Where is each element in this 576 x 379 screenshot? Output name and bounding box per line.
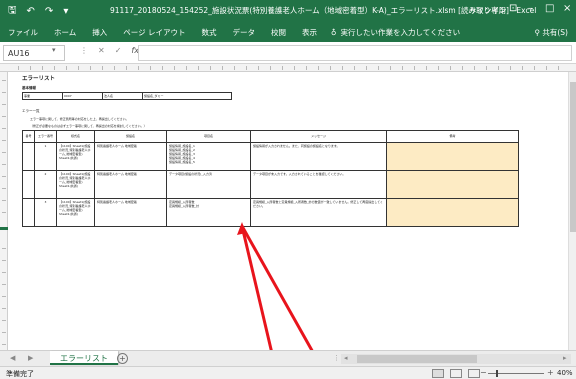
signin-link[interactable]: サインイン — [469, 5, 507, 16]
tab-file[interactable]: ファイル — [0, 27, 46, 38]
table-header-row: 番号 エラー番号 様式名 施設名 項目名 メッセージ 備考 — [22, 130, 519, 143]
tab-view[interactable]: 表示 — [294, 27, 325, 38]
table-cell[interactable] — [386, 198, 519, 227]
selected-row-marker — [0, 227, 8, 230]
formula-input[interactable] — [138, 45, 572, 61]
table-cell[interactable]: 特別養護老人ホーム 地域密着 — [94, 170, 167, 199]
table-cell[interactable]: 定員規模_入所者数と定員規模_入所者数_計の数値が一致していません。修正して再度… — [250, 198, 387, 227]
scroll-tabs-right-icon[interactable]: ▶ — [28, 354, 33, 362]
instruction-note: エラー事項に関して、修正箇所等の対応をした上、再提出してください。 — [30, 117, 129, 121]
table-cell[interactable]: データ項目(施設の状況)_入力済 — [166, 170, 251, 199]
zoom-in-icon[interactable]: + — [547, 368, 554, 377]
scroll-right-icon[interactable]: ▸ — [563, 354, 567, 362]
tab-home[interactable]: ホーム — [46, 27, 84, 38]
status-text: 準備完了 — [6, 370, 34, 378]
quick-access-dropdown-icon[interactable]: ▾ — [63, 6, 68, 17]
tab-formulas[interactable]: 数式 — [194, 27, 225, 38]
tab-review[interactable]: 校閲 — [263, 27, 294, 38]
sheet-tab-bar: ◀ ▶ エラーリスト + ⋮ ◂ ▸ — [0, 350, 576, 366]
add-sheet-button[interactable]: + — [117, 353, 128, 364]
table-cell[interactable] — [386, 170, 519, 199]
zoom-slider-thumb[interactable] — [496, 370, 499, 377]
info-cell[interactable]: 施設名_ダミー — [143, 93, 231, 99]
column-header[interactable]: 様式名 — [56, 130, 95, 143]
sheet-tab-error-list[interactable]: エラーリスト — [50, 351, 118, 365]
info-cell[interactable]: 0007 — [63, 93, 103, 99]
horizontal-scroll-thumb[interactable] — [357, 355, 477, 363]
title-bar: 🖫 ↶ ↷ ▾ 91117_20180524_154252_施設状況票(特別養護… — [0, 0, 576, 22]
tell-me-text: 実行したい作業を入力してください — [340, 27, 461, 37]
column-header[interactable]: 施設名 — [94, 130, 167, 143]
name-box-dropdown-icon[interactable]: ▾ — [52, 46, 56, 54]
table-cell[interactable]: 施設情報が入力されません。また、同施設の施設名となります。 — [250, 142, 387, 171]
table-cell[interactable]: 【1100】Sheet1(施設の状況_特別養護老人ホーム_地域密着型) Shee… — [56, 142, 95, 171]
table-row: 2 【1100】Sheet1(施設の状況_特別養護老人ホーム_地域密着型) Sh… — [22, 170, 519, 199]
ribbon-tabs: ファイル ホーム 挿入 ページ レイアウト 数式 データ 校閲 表示 ♁ 実行し… — [0, 22, 576, 42]
column-header[interactable]: エラー番号 — [34, 130, 57, 143]
save-icon[interactable]: 🖫 — [8, 3, 17, 20]
scroll-tabs-left-icon[interactable]: ◀ — [10, 354, 15, 362]
table-cell[interactable] — [22, 142, 35, 171]
scroll-left-icon[interactable]: ◂ — [344, 354, 348, 362]
table-cell[interactable] — [22, 198, 35, 227]
table-cell[interactable]: 施設情報_施設名_1 施設情報_施設名_2 施設情報_施設名_3 施設情報_施設… — [166, 142, 251, 171]
ribbon-display-options-icon[interactable]: ⊡ — [509, 3, 517, 14]
table-row: 1 【1100】Sheet1(施設の状況_特別養護老人ホーム_地域密着型) Sh… — [22, 142, 519, 171]
table-row: 3 【1100】Sheet1(施設の状況_特別養護老人ホーム_地域密着型) Sh… — [22, 198, 519, 227]
table-cell[interactable]: 3 — [34, 198, 57, 227]
instruction-note: （修正が必要なものは必ずエラー事項に関して、再提出の対応を検討してください。） — [30, 124, 147, 128]
table-cell[interactable]: 定員規模_入所者数 定員規模_入所者数_計 — [166, 198, 251, 227]
horizontal-scrollbar[interactable]: ◂ ▸ — [341, 354, 571, 364]
page-layout-view-icon[interactable] — [450, 369, 462, 378]
table-cell[interactable]: 特別養護老人ホーム 地域密着 — [94, 142, 167, 171]
zoom-out-icon[interactable]: − — [480, 368, 487, 377]
tab-splitter-icon[interactable]: ⋮ — [333, 354, 340, 362]
info-cell[interactable]: 事業 — [23, 93, 63, 99]
vertical-scroll-thumb[interactable] — [570, 82, 576, 232]
tell-me-box[interactable]: ♁ 実行したい作業を入力してください — [325, 27, 460, 38]
row-headers[interactable] — [0, 72, 8, 350]
tab-page-layout[interactable]: ページ レイアウト — [115, 27, 193, 38]
person-icon: ⚲ — [534, 28, 540, 37]
close-icon[interactable]: × — [563, 3, 571, 14]
vertical-scrollbar[interactable] — [568, 72, 576, 350]
column-header[interactable]: 項目名 — [166, 130, 251, 143]
minimize-icon[interactable]: – — [528, 3, 533, 14]
undo-icon[interactable]: ↶ — [27, 6, 35, 17]
maximize-icon[interactable]: □ — [545, 3, 554, 14]
tab-insert[interactable]: 挿入 — [84, 27, 115, 38]
lightbulb-icon: ♁ — [331, 27, 337, 37]
worksheet-grid[interactable]: エラーリスト 基本情報 事業 0007 法人名 施設名_ダミー エラー一覧 エラ… — [8, 72, 568, 350]
share-label: 共有(S) — [542, 28, 568, 37]
redo-icon[interactable]: ↷ — [45, 6, 53, 17]
sheet-title: エラーリスト — [22, 76, 56, 82]
table-cell[interactable]: 【1100】Sheet1(施設の状況_特別養護老人ホーム_地域密着型) Shee… — [56, 198, 95, 227]
formula-bar: AU16 ▾ ⋮ ✕ ✓ fx — [0, 42, 576, 64]
error-table: 番号 エラー番号 様式名 施設名 項目名 メッセージ 備考 1 【1100】Sh… — [22, 130, 519, 227]
info-cell[interactable]: 法人名 — [103, 93, 143, 99]
basic-info-label: 基本情報 — [22, 86, 36, 90]
tab-data[interactable]: データ — [225, 27, 264, 38]
cancel-icon[interactable]: ✕ — [98, 46, 105, 55]
table-cell[interactable]: 1 — [34, 142, 57, 171]
error-list-label: エラー一覧 — [22, 109, 40, 113]
normal-view-icon[interactable] — [432, 369, 444, 378]
share-button[interactable]: ⚲ 共有(S) — [534, 27, 568, 38]
table-cell[interactable] — [386, 142, 519, 171]
enter-icon[interactable]: ✓ — [115, 46, 122, 55]
table-cell[interactable]: 【1100】Sheet1(施設の状況_特別養護老人ホーム_地域密着型) Shee… — [56, 170, 95, 199]
column-headers[interactable] — [0, 64, 576, 72]
table-cell[interactable]: 特別養護老人ホーム 地域密着 — [94, 198, 167, 227]
more-icon: ⋮ — [80, 46, 88, 55]
status-bar: 準備完了 − + 40% — [0, 366, 576, 379]
table-cell[interactable] — [22, 170, 35, 199]
column-header[interactable]: 番号 — [22, 130, 35, 143]
table-cell[interactable]: データ項目が未入力です。入力されていることを確認してください。 — [250, 170, 387, 199]
column-header[interactable]: 備考 — [386, 130, 519, 143]
page-break-view-icon[interactable] — [468, 369, 480, 378]
column-header[interactable]: メッセージ — [250, 130, 387, 143]
zoom-level[interactable]: 40% — [557, 369, 573, 377]
basic-info-table: 事業 0007 法人名 施設名_ダミー — [22, 92, 232, 100]
table-cell[interactable]: 2 — [34, 170, 57, 199]
